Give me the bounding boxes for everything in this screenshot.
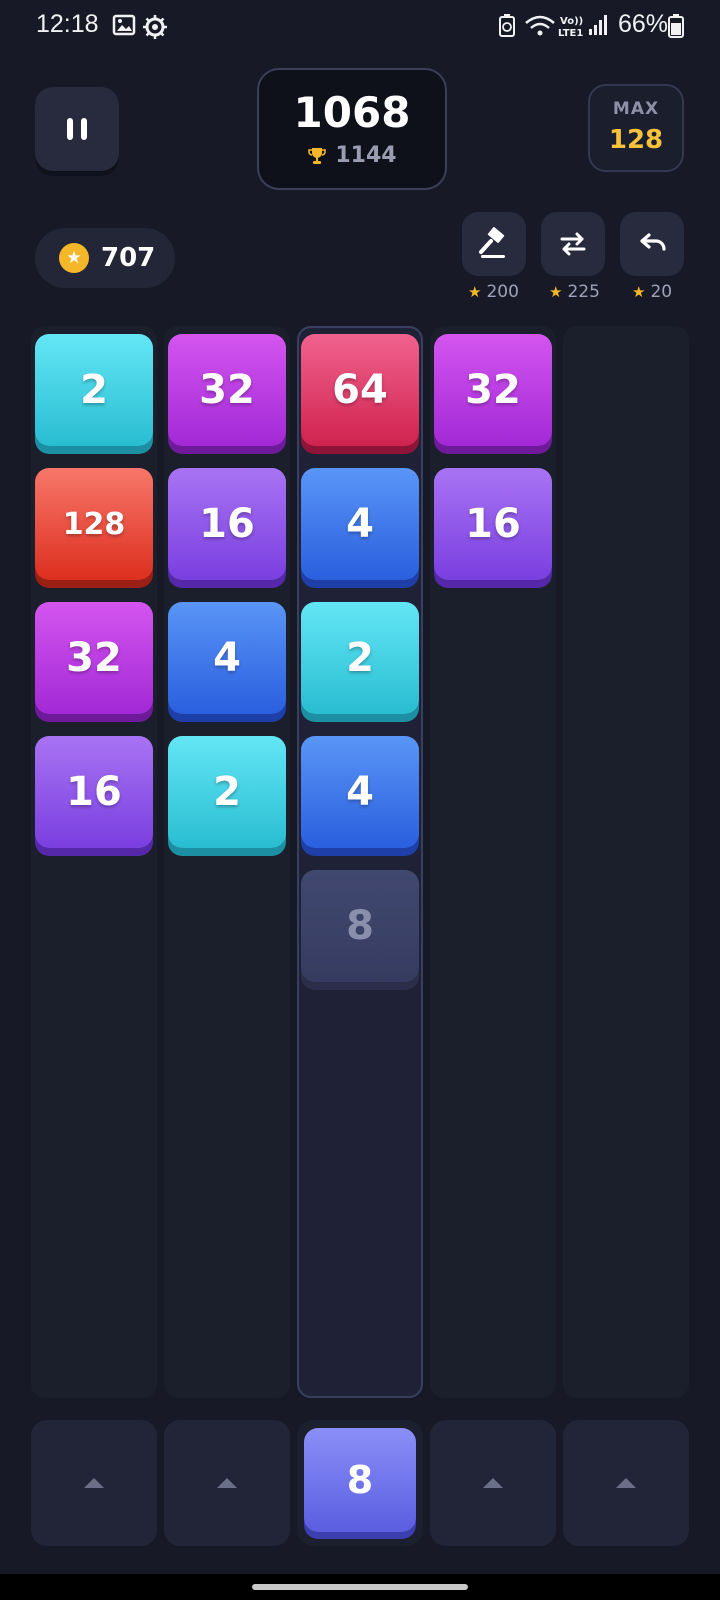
volte-icon: Vo)) LTE1 (558, 16, 583, 39)
arrow-up-icon (84, 1478, 104, 1488)
undo-button[interactable] (620, 212, 684, 276)
swap-cost-value: 225 (567, 282, 600, 302)
hammer-icon (479, 227, 505, 258)
coin-star-icon: ★ (59, 243, 89, 273)
tile: 4 (301, 736, 419, 848)
coin-counter: ★ 707 (35, 228, 175, 288)
tile: 32 (168, 334, 286, 446)
tile: 128 (35, 468, 153, 580)
svg-text:Vo)): Vo)) (560, 16, 583, 27)
star-icon: ★ (632, 283, 646, 301)
hammer-cost-value: 200 (486, 282, 519, 302)
home-gesture-handle[interactable] (252, 1584, 468, 1590)
max-tile-value: 128 (608, 125, 664, 155)
drop-column-3-button[interactable]: 8 (297, 1420, 423, 1546)
wifi-icon (525, 15, 555, 36)
pause-button[interactable] (35, 87, 119, 171)
pause-icon (63, 118, 91, 140)
tile: 2 (301, 602, 419, 714)
battery-icon (668, 14, 684, 38)
swap-button[interactable] (541, 212, 605, 276)
signal-icon (589, 15, 607, 35)
status-time: 12:18 (36, 10, 99, 38)
undo-icon (640, 233, 666, 251)
current-score: 1068 (293, 88, 411, 137)
best-score: 1144 (335, 143, 397, 168)
next-tile: 8 (304, 1428, 416, 1532)
hammer-button[interactable] (462, 212, 526, 276)
undo-cost: ★ 20 (632, 282, 672, 302)
score-panel: 1068 1144 (257, 68, 447, 190)
battery-percent: 66% (617, 10, 668, 38)
drop-column-4-button[interactable] (430, 1420, 556, 1546)
star-icon: ★ (549, 283, 563, 301)
star-icon: ★ (468, 283, 482, 301)
tile: 32 (35, 602, 153, 714)
drop-column-1-button[interactable] (31, 1420, 157, 1546)
tile: 16 (35, 736, 153, 848)
settings-notification-icon (143, 15, 167, 39)
landing-preview-tile: 8 (301, 870, 419, 982)
tile: 32 (434, 334, 552, 446)
arrow-up-icon (483, 1478, 503, 1488)
swap-cost: ★ 225 (549, 282, 600, 302)
arrow-up-icon (616, 1478, 636, 1488)
tile: 4 (301, 468, 419, 580)
drop-column-5-button[interactable] (563, 1420, 689, 1546)
tile: 16 (434, 468, 552, 580)
status-bar: 12:18 Vo)) LTE1 66% (0, 0, 720, 52)
swap-icon (560, 232, 586, 256)
board-column-5[interactable] (563, 326, 689, 1398)
battery-saver-icon (499, 14, 515, 37)
image-notification-icon (112, 14, 136, 36)
tile: 64 (301, 334, 419, 446)
max-tile-panel: MAX 128 (588, 84, 684, 172)
trophy-icon (308, 147, 327, 164)
drop-column-2-button[interactable] (164, 1420, 290, 1546)
undo-cost-value: 20 (650, 282, 673, 302)
system-nav-bar (0, 1574, 720, 1600)
tile: 16 (168, 468, 286, 580)
svg-text:LTE1: LTE1 (558, 28, 583, 39)
tile: 2 (168, 736, 286, 848)
hammer-cost: ★ 200 (468, 282, 519, 302)
max-label: MAX (612, 99, 660, 119)
tile: 2 (35, 334, 153, 446)
coin-count: 707 (101, 243, 156, 273)
tile: 4 (168, 602, 286, 714)
arrow-up-icon (217, 1478, 237, 1488)
